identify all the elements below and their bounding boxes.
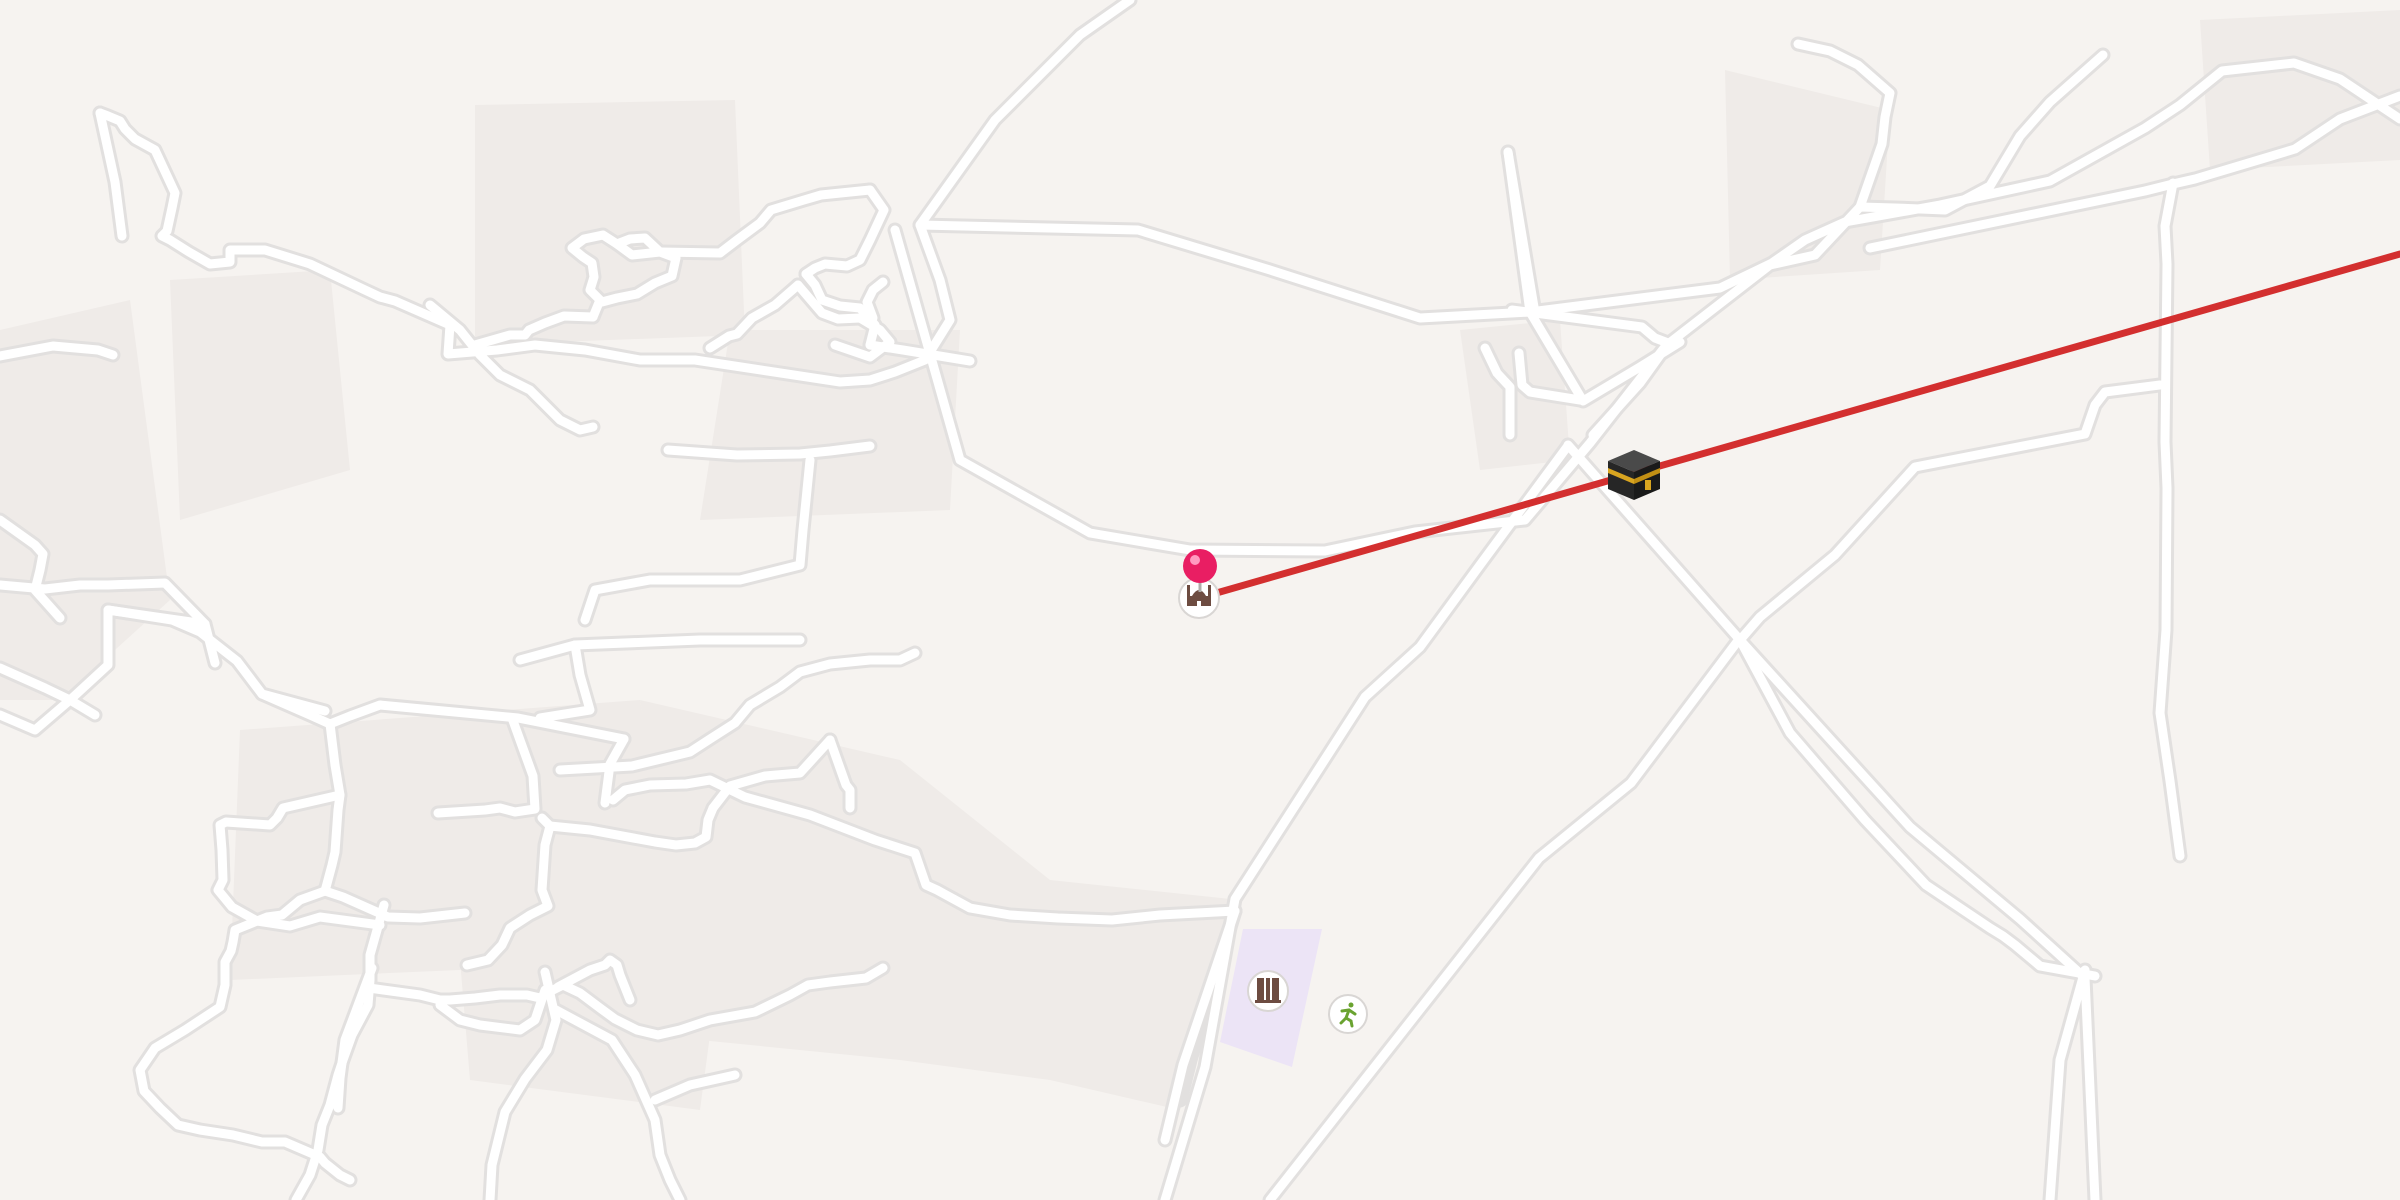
map-svg[interactable]: [0, 0, 2400, 1200]
sports-marker[interactable]: [1328, 994, 1368, 1034]
land-block: [170, 270, 350, 520]
school-marker[interactable]: [1247, 970, 1289, 1012]
land-block: [640, 700, 1240, 1110]
road: [2045, 965, 2090, 1200]
road: [0, 580, 113, 594]
land-block: [475, 100, 745, 345]
road-edge: [1732, 377, 2168, 984]
map-canvas[interactable]: [0, 0, 2400, 1200]
road: [2155, 178, 2185, 861]
land-block: [0, 300, 170, 700]
school-icon: [1255, 978, 1281, 1003]
road: [1735, 380, 2165, 981]
location-pin-icon: [1183, 549, 1217, 583]
